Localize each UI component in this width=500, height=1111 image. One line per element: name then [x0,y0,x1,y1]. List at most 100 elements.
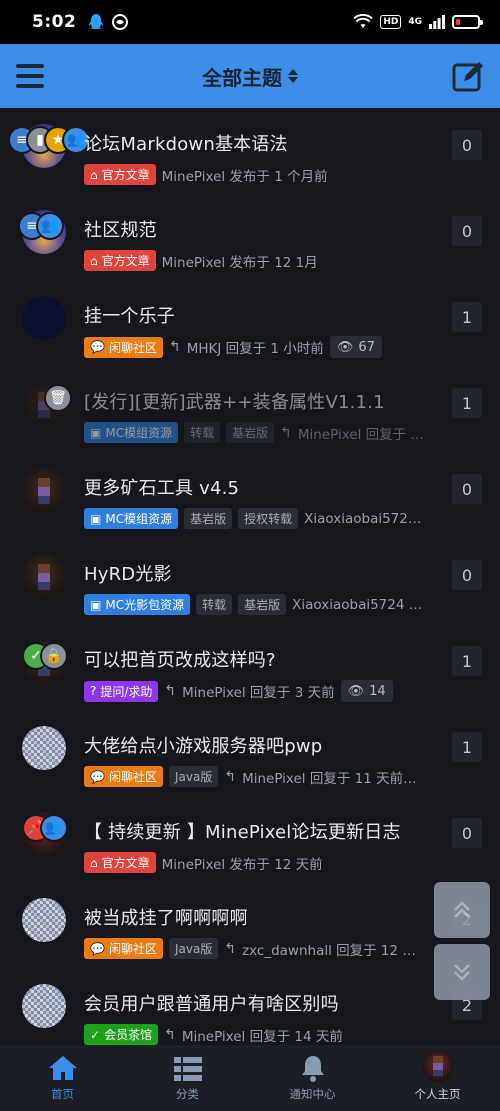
topic-title[interactable]: 大佬给点小游戏服务器吧pwp [84,732,440,758]
qq-penguin-icon [89,14,104,30]
topic-title[interactable]: 论坛Markdown基本语法 [84,130,440,156]
reply-count: 0 [452,216,482,246]
topic-state-badges: 📌 👥 [22,814,68,842]
reply-count: 0 [452,130,482,160]
avatar[interactable] [22,296,66,340]
topic-title[interactable]: 被当成挂了啊啊啊啊 [84,904,440,930]
topic-list: ≡ ▮ ★ 👥 论坛Markdown基本语法 ⌂ 官方文章 MinePixel 发… [0,108,500,1045]
topic-meta-text: zxc_dawnhall 回复于 12 … [242,942,416,959]
topic-filter-dropdown[interactable]: 全部主题 [202,62,298,91]
reply-icon: ↰ [224,940,237,957]
reply-icon: ↰ [280,424,292,441]
users-icon: 👥 [40,814,68,842]
category-badge[interactable]: ⌂ 官方文章 [84,250,156,271]
topic-meta: ⌂ 官方文章 MinePixel 发布于 1 个月前 [84,164,440,185]
topic-meta-text: MinePixel 回复于 14 天前 [181,1028,343,1045]
category-badge[interactable]: ▣ MC光影包资源 [84,594,191,615]
topic-meta-text: MHKJ 回复于 1 小时前 [186,341,324,357]
category-badge[interactable]: ⌂ 官方文章 [84,164,156,185]
avatar[interactable] [22,726,66,770]
topic-title[interactable]: 可以把首页改成这样吗? [84,646,440,672]
topic-meta-text: MinePixel 发布于 12 1月 [161,254,318,271]
topic-row[interactable]: 更多矿石工具 v4.5 ▣ MC模组资源 基岩版 授权转载 Xiaoxiaobai… [0,452,500,538]
eye-icon: 👁 [347,683,365,699]
topic-meta: 💬 闲聊社区 Java版 ↰ zxc_dawnhall 回复于 12 … [84,938,440,959]
category-badge[interactable]: ? 提问/求助 [84,680,159,702]
topic-row[interactable]: 挂一个乐子 💬 闲聊社区 ↰ MHKJ 回复于 1 小时前 👁 67 1 [0,280,500,366]
topic-row[interactable]: 大佬给点小游戏服务器吧pwp 💬 闲聊社区 Java版 ↰ MinePixel 回… [0,710,500,796]
topic-row[interactable]: ✓ 🔒 可以把首页改成这样吗? ? 提问/求助 ↰ MinePixel 回复于 3… [0,624,500,710]
nav-profile[interactable]: 个人主页 [375,1045,500,1111]
nav-notifications-label: 通知中心 [289,1087,336,1101]
avatar[interactable] [22,984,66,1028]
topic-row[interactable]: 📌 👥 【 持续更新 】MinePixel论坛更新日志 ⌂ 官方文章 MinePi… [0,796,500,882]
profile-avatar [421,1050,454,1082]
topic-row[interactable]: 🗑 [发行][更新]武器++装备属性V1.1.1 ▣ MC模组资源 转载 基岩版 … [0,366,500,452]
tag[interactable]: 转载 [196,594,233,615]
topic-meta: ▣ MC光影包资源 转载 基岩版 Xiaoxiaobai5724 … [84,594,440,615]
bottom-nav: 首页 分类 通知中心 个人主页 [0,1045,500,1111]
category-badge[interactable]: ▣ MC模组资源 [84,422,179,443]
topic-meta-text: MinePixel 回复于 3 天前 [182,685,335,701]
topic-row[interactable]: ≡ ▮ ★ 👥 论坛Markdown基本语法 ⌂ 官方文章 MinePixel 发… [0,108,500,194]
tag[interactable]: 基岩版 [184,508,233,529]
topic-title[interactable]: 社区规范 [84,216,440,242]
scroll-up-button[interactable] [434,882,490,938]
network-label: 4G [408,17,422,27]
nav-home-label: 首页 [51,1087,74,1101]
topic-title[interactable]: HyRD光影 [84,560,440,586]
avatar[interactable] [22,554,66,598]
topic-meta: 💬 闲聊社区 ↰ MHKJ 回复于 1 小时前 👁 67 [84,336,440,358]
topic-row[interactable]: ≡ 👥 社区规范 ⌂ 官方文章 MinePixel 发布于 12 1月 0 [0,194,500,280]
sort-caret-icon [288,69,298,83]
avatar[interactable] [22,468,66,512]
avatar[interactable] [22,898,66,942]
topic-state-badges: ≡ 👥 [18,212,64,240]
hd-badge: HD [380,15,402,29]
category-badge[interactable]: 💬 闲聊社区 [84,938,163,959]
topic-meta: ⌂ 官方文章 MinePixel 发布于 12 1月 [84,250,440,271]
tag[interactable]: 基岩版 [226,422,275,443]
reply-count: 1 [452,388,482,418]
menu-icon[interactable] [14,60,46,92]
tag[interactable]: 转载 [184,422,221,443]
compose-icon[interactable] [452,60,486,92]
category-badge[interactable]: ▣ MC模组资源 [84,508,179,529]
reply-count: 1 [452,732,482,762]
nav-notifications[interactable]: 通知中心 [250,1045,375,1111]
topic-state-badges: ✓ 🔒 [22,642,68,670]
topic-meta: ▣ MC模组资源 基岩版 授权转载 Xiaoxiaobai572… [84,508,440,529]
topic-title[interactable]: 挂一个乐子 [84,302,440,328]
topic-title[interactable]: [发行][更新]武器++装备属性V1.1.1 [84,388,440,414]
tag[interactable]: 基岩版 [238,594,287,615]
nav-categories[interactable]: 分类 [125,1045,250,1111]
topic-title[interactable]: 更多矿石工具 v4.5 [84,474,440,500]
topic-row[interactable]: HyRD光影 ▣ MC光影包资源 转载 基岩版 Xiaoxiaobai5724 …… [0,538,500,624]
topic-row[interactable]: 被当成挂了啊啊啊啊 💬 闲聊社区 Java版 ↰ zxc_dawnhall 回复于… [0,882,500,968]
category-badge[interactable]: ✓ 会员茶馆 [84,1024,159,1045]
reply-icon: ↰ [224,768,237,785]
chat-icon: 💬 [90,941,105,956]
topic-meta-text: Xiaoxiaobai572… [304,510,422,527]
tag[interactable]: 授权转载 [238,508,299,529]
home-icon: ⌂ [90,253,98,268]
topic-title[interactable]: 会员用户跟普通用户有啥区别吗 [84,990,440,1016]
home-icon: ⌂ [90,855,98,870]
bell-icon [301,1056,324,1082]
nav-home[interactable]: 首页 [0,1045,125,1111]
status-time: 5:02 [32,12,77,32]
topic-meta: ✓ 会员茶馆 ↰ MinePixel 回复于 14 天前 [84,1024,440,1045]
topic-row[interactable]: 会员用户跟普通用户有啥区别吗 ✓ 会员茶馆 ↰ MinePixel 回复于 14 … [0,968,500,1045]
category-badge[interactable]: ⌂ 官方文章 [84,852,156,873]
category-badge[interactable]: 💬 闲聊社区 [84,766,163,787]
topic-meta-text: Xiaoxiaobai5724 … [292,596,423,613]
tag[interactable]: Java版 [168,766,219,787]
puzzle-icon: ▣ [90,597,102,612]
views-badge: 👁 67 [329,336,382,358]
scroll-down-button[interactable] [434,944,490,1000]
battery-icon [452,15,483,29]
tag[interactable]: Java版 [168,938,219,959]
topic-meta-text: MinePixel 发布于 12 天前 [161,856,323,873]
category-badge[interactable]: 💬 闲聊社区 [84,336,163,358]
topic-title[interactable]: 【 持续更新 】MinePixel论坛更新日志 [84,818,440,844]
